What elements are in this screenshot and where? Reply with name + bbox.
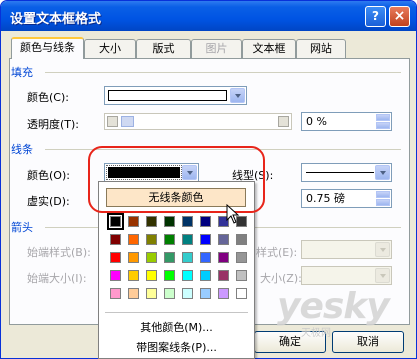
line-style-preview	[306, 172, 374, 173]
spin-down-icon[interactable]	[376, 122, 390, 129]
color-swatch-3-3[interactable]	[164, 270, 175, 281]
color-swatch-3-0[interactable]	[110, 270, 121, 281]
color-swatch-1-2[interactable]	[146, 234, 157, 245]
color-swatch-4-3[interactable]	[164, 288, 175, 299]
more-colors-option[interactable]: 其他颜色(M)...	[99, 319, 254, 335]
cancel-button[interactable]: 取消	[332, 331, 404, 353]
mouse-cursor-icon	[226, 204, 240, 224]
tab-web[interactable]: 网站	[296, 39, 346, 58]
watermark-brand: yesky	[277, 286, 390, 327]
tab-strip: 颜色与线条 大小 版式 图片 文本框 网站	[9, 37, 409, 59]
color-swatch-3-4[interactable]	[182, 270, 193, 281]
spin-up-icon[interactable]	[376, 114, 390, 121]
dash-label: 虚实(D):	[27, 195, 70, 208]
fill-section-label: 填充	[11, 66, 33, 79]
fill-color-dropdown[interactable]	[104, 86, 247, 105]
close-button[interactable]: ×	[389, 6, 410, 27]
popup-separator	[105, 312, 248, 313]
color-swatch-4-1[interactable]	[128, 288, 139, 299]
transparency-label: 透明度(T):	[27, 118, 80, 131]
color-swatch-1-3[interactable]	[164, 234, 175, 245]
tab-picture: 图片	[191, 39, 242, 58]
color-swatch-0-1[interactable]	[128, 216, 139, 227]
arrows-section-label: 箭头	[11, 221, 33, 234]
transparency-spinner[interactable]: 0 %	[301, 112, 392, 131]
chevron-down-icon[interactable]	[375, 165, 390, 180]
color-swatch-2-7[interactable]	[236, 252, 247, 263]
color-swatch-1-1[interactable]	[128, 234, 139, 245]
spin-down-icon[interactable]	[376, 199, 390, 206]
color-swatch-0-5[interactable]	[200, 216, 211, 227]
slider-thumb[interactable]	[121, 116, 134, 127]
begin-style-label: 始端样式(B):	[27, 246, 91, 259]
line-style-dropdown[interactable]	[301, 163, 392, 182]
end-size-label: 大小(Z):	[260, 272, 302, 285]
color-swatch-2-6[interactable]	[218, 252, 229, 263]
slider-right-arrow-icon[interactable]	[278, 116, 289, 127]
color-swatch-4-5[interactable]	[200, 288, 211, 299]
line-weight-value: 0.75 磅	[306, 192, 345, 205]
chevron-down-icon[interactable]	[230, 88, 245, 103]
color-swatch-1-7[interactable]	[236, 234, 247, 245]
dialog-title: 设置文本框格式	[10, 12, 102, 27]
end-style-dropdown	[301, 240, 392, 259]
color-swatch-0-4[interactable]	[182, 216, 193, 227]
end-size-dropdown	[301, 266, 392, 285]
fill-separator	[45, 72, 401, 73]
color-swatch-0-2[interactable]	[146, 216, 157, 227]
color-swatch-3-5[interactable]	[200, 270, 211, 281]
color-swatch-1-0[interactable]	[110, 234, 121, 245]
color-swatch-3-7[interactable]	[236, 270, 247, 281]
color-swatch-1-5[interactable]	[200, 234, 211, 245]
help-button[interactable]: ?	[365, 6, 386, 27]
color-swatch-3-1[interactable]	[128, 270, 139, 281]
slider-left-arrow-icon[interactable]	[107, 116, 118, 127]
tab-colors-and-lines[interactable]: 颜色与线条	[11, 37, 84, 59]
end-style-label: 样式(E):	[256, 246, 298, 259]
fill-color-swatch	[108, 90, 227, 101]
color-swatch-0-3[interactable]	[164, 216, 175, 227]
tab-textbox[interactable]: 文本框	[242, 39, 296, 58]
line-weight-spinner[interactable]: 0.75 磅	[301, 189, 392, 208]
color-swatch-4-4[interactable]	[182, 288, 193, 299]
color-swatch-2-2[interactable]	[146, 252, 157, 263]
watermark-sub: 天极网	[301, 328, 331, 339]
transparency-slider[interactable]	[104, 113, 292, 130]
red-highlight-annotation	[88, 146, 265, 213]
color-swatch-2-1[interactable]	[128, 252, 139, 263]
begin-size-label: 始端大小(I):	[27, 272, 87, 285]
color-swatch-4-6[interactable]	[218, 288, 229, 299]
tab-size[interactable]: 大小	[84, 39, 136, 58]
tab-layout[interactable]: 版式	[136, 39, 191, 58]
color-swatch-1-4[interactable]	[182, 234, 193, 245]
color-swatch-2-5[interactable]	[200, 252, 211, 263]
color-swatch-3-6[interactable]	[218, 270, 229, 281]
color-swatch-2-0[interactable]	[110, 252, 121, 263]
color-swatch-4-0[interactable]	[110, 288, 121, 299]
color-swatch-2-3[interactable]	[164, 252, 175, 263]
transparency-value: 0 %	[306, 115, 327, 128]
color-swatch-1-6[interactable]	[218, 234, 229, 245]
color-swatch-4-7[interactable]	[236, 288, 247, 299]
line-section-label: 线条	[11, 143, 33, 156]
spin-up-icon[interactable]	[376, 191, 390, 198]
line-color-label: 颜色(O):	[27, 169, 70, 182]
color-swatch-3-2[interactable]	[146, 270, 157, 281]
chevron-down-icon	[375, 242, 390, 257]
color-swatch-4-2[interactable]	[146, 288, 157, 299]
patterned-lines-option[interactable]: 带图案线条(P)...	[99, 339, 254, 355]
title-bar[interactable]: 设置文本框格式 ? ×	[1, 1, 416, 31]
fill-color-label: 颜色(C):	[27, 91, 69, 104]
chevron-down-icon	[375, 268, 390, 283]
color-swatch-2-4[interactable]	[182, 252, 193, 263]
color-swatch-0-0[interactable]	[107, 213, 124, 230]
